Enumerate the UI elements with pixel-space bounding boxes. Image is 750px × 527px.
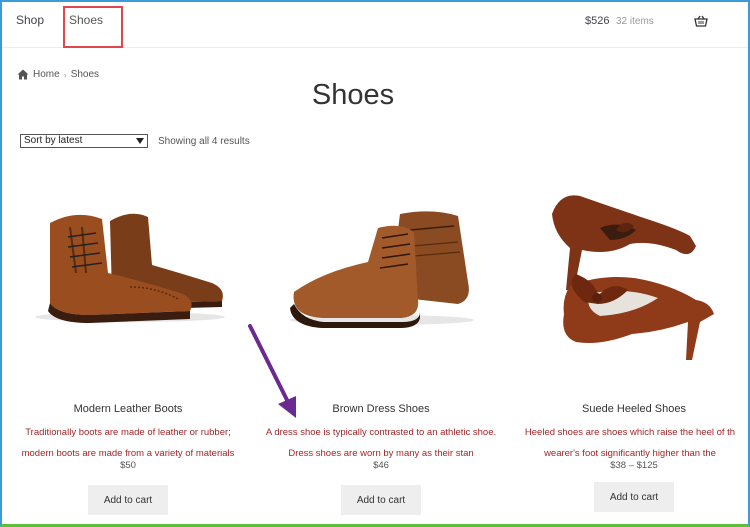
- product-image-brown-dress-shoes[interactable]: [282, 208, 477, 328]
- cart-item-count[interactable]: 32 items: [616, 16, 654, 27]
- basket-icon[interactable]: [694, 15, 708, 27]
- add-to-cart-button[interactable]: Add to cart: [594, 482, 674, 512]
- sort-select-value: Sort by latest: [24, 135, 83, 146]
- breadcrumb-separator: ›: [63, 69, 67, 80]
- cart-total[interactable]: $526: [585, 15, 609, 27]
- product-description: Heeled shoes are shoes which raise the h…: [514, 422, 746, 464]
- product-image-suede-heeled-shoes[interactable]: [540, 190, 730, 360]
- product-description-line: Traditionally boots are made of leather …: [25, 427, 231, 438]
- product-price: $50: [120, 460, 136, 471]
- sort-select[interactable]: Sort by latest: [20, 134, 148, 148]
- product-description: Traditionally boots are made of leather …: [6, 422, 250, 464]
- product-description-line: Heeled shoes are shoes which raise the h…: [524, 427, 736, 438]
- product-description: A dress shoe is typically contrasted to …: [254, 422, 508, 464]
- product-image-modern-leather-boots[interactable]: [30, 203, 230, 328]
- product-title[interactable]: Brown Dress Shoes: [281, 403, 481, 415]
- add-to-cart-button[interactable]: Add to cart: [88, 485, 168, 515]
- annotation-arrow-icon: [248, 324, 296, 418]
- add-to-cart-button[interactable]: Add to cart: [341, 485, 421, 515]
- page-title: Shoes: [311, 79, 395, 111]
- chevron-down-icon: [136, 138, 144, 144]
- result-count: Showing all 4 results: [158, 136, 250, 147]
- product-title[interactable]: Modern Leather Boots: [28, 403, 228, 415]
- product-title[interactable]: Suede Heeled Shoes: [534, 403, 734, 415]
- product-price: $46: [373, 460, 389, 471]
- highlight-box: [63, 6, 123, 48]
- nav-shop-link[interactable]: Shop: [16, 13, 44, 27]
- product-description-line: A dress shoe is typically contrasted to …: [265, 427, 497, 438]
- product-price: $38 – $125: [610, 460, 658, 471]
- site-header: Shop Shoes $526 32 items: [2, 2, 748, 48]
